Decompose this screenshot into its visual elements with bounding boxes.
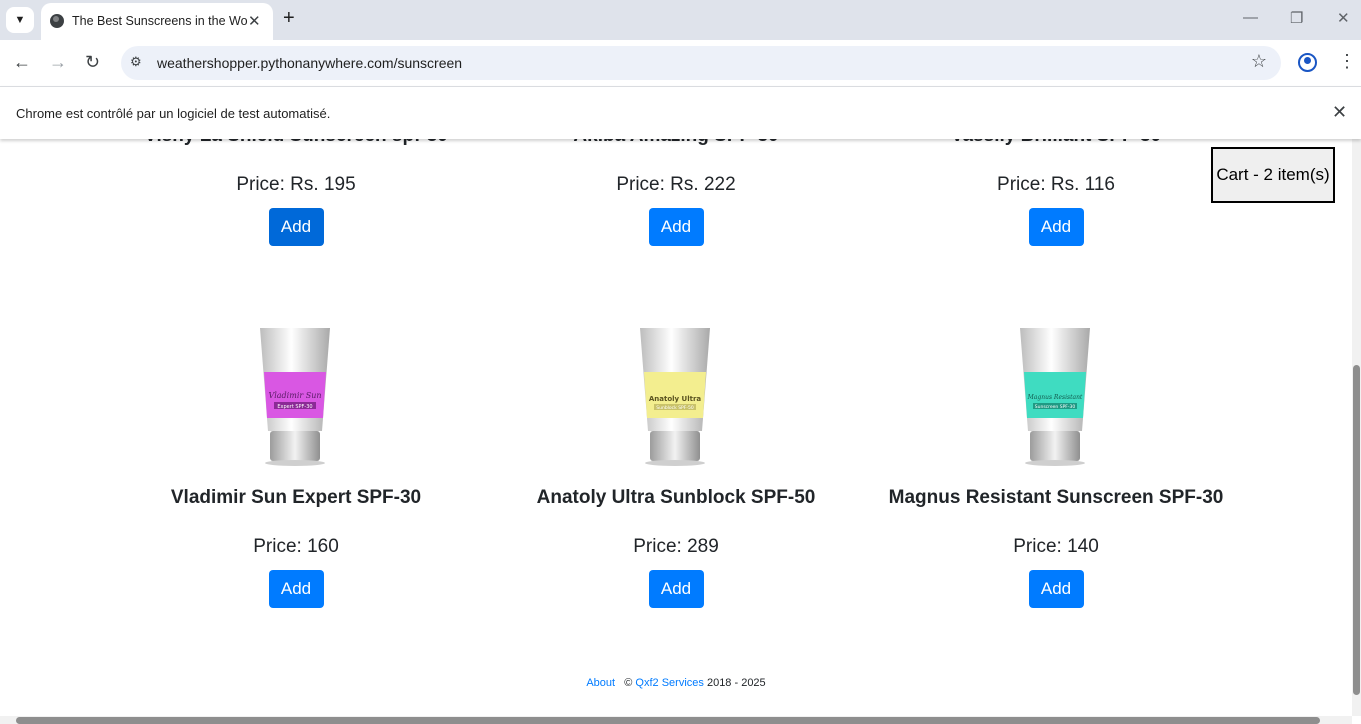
tab-strip: ▼ The Best Sunscreens in the World ✕ + —… xyxy=(0,0,1361,40)
label-subtitle: Sunscreen SPF-30 xyxy=(1035,404,1076,410)
cart-button[interactable]: Cart - 2 item(s) xyxy=(1211,147,1335,203)
about-link[interactable]: About xyxy=(586,677,615,689)
label-title: Vladimir Sun xyxy=(268,391,321,400)
infobar-close-icon[interactable]: ✕ xyxy=(1332,102,1347,123)
url-text[interactable]: weathershopper.pythonanywhere.com/sunscr… xyxy=(157,55,462,71)
product-card: Vassily Brilliant SPF-30 Price: Rs. 116 … xyxy=(866,139,1246,246)
product-price: Price: 160 xyxy=(253,536,339,557)
product-image: Magnus Resistant Sunscreen SPF-30 xyxy=(1020,328,1090,466)
automation-infobar: Chrome est contrôlé par un logiciel de t… xyxy=(0,86,1361,139)
copyright-years: 2018 - 2025 xyxy=(706,677,766,689)
vertical-scrollbar[interactable] xyxy=(1352,139,1361,716)
tab-close-icon[interactable]: ✕ xyxy=(248,12,261,30)
product-price: Price: Rs. 222 xyxy=(616,174,736,195)
globe-icon xyxy=(50,14,64,28)
horizontal-scrollbar[interactable] xyxy=(0,716,1352,724)
label-subtitle: Sunblock SPF-50 xyxy=(656,405,694,411)
add-button[interactable]: Add xyxy=(648,570,704,608)
bookmark-star-icon[interactable]: ☆ xyxy=(1251,51,1267,72)
infobar-message: Chrome est contrôlé par un logiciel de t… xyxy=(16,106,331,121)
browser-toolbar: ← → ↻ ⚙ weathershopper.pythonanywhere.co… xyxy=(0,40,1361,86)
horizontal-scroll-thumb[interactable] xyxy=(16,717,1320,724)
product-card: Magnus Resistant Sunscreen SPF-30 Price:… xyxy=(866,487,1246,608)
product-card: Anatoly Ultra Sunblock SPF-50 Price: 289… xyxy=(486,487,866,608)
product-name: Akiba Amazing SPF-30 xyxy=(486,139,866,147)
label-title: Magnus Resistant xyxy=(1027,394,1083,401)
reload-icon[interactable]: ↻ xyxy=(85,52,100,72)
product-card: Vishy La Shield Sunscreen spf-30 Price: … xyxy=(106,139,486,246)
page-footer: About © Qxf2 Services 2018 - 2025 xyxy=(0,677,1352,689)
back-arrow-icon[interactable]: ← xyxy=(13,52,31,72)
minimize-icon[interactable]: — xyxy=(1243,9,1258,26)
active-tab[interactable]: The Best Sunscreens in the World ✕ xyxy=(41,3,273,40)
address-bar[interactable]: ⚙ weathershopper.pythonanywhere.com/suns… xyxy=(121,46,1281,80)
product-price: Price: Rs. 116 xyxy=(997,174,1115,195)
chevron-down-icon: ▼ xyxy=(14,14,26,26)
product-page: Vishy La Shield Sunscreen spf-30 Price: … xyxy=(0,139,1352,716)
vertical-scroll-thumb[interactable] xyxy=(1353,365,1360,695)
tab-title: The Best Sunscreens in the World xyxy=(72,14,248,28)
product-image: Anatoly Ultra Sunblock SPF-50 xyxy=(640,328,710,466)
tab-search-button[interactable]: ▼ xyxy=(6,7,34,33)
profile-icon[interactable] xyxy=(1298,53,1317,72)
product-name: Anatoly Ultra Sunblock SPF-50 xyxy=(536,487,816,508)
product-image: Vladimir Sun Expert SPF-30 xyxy=(260,328,330,466)
forward-arrow-icon[interactable]: → xyxy=(49,52,67,72)
product-price: Price: 140 xyxy=(1013,536,1099,557)
menu-dots-icon[interactable]: ⋮ xyxy=(1338,50,1356,72)
product-name: Magnus Resistant Sunscreen SPF-30 xyxy=(888,487,1224,508)
product-price: Price: Rs. 195 xyxy=(236,174,356,195)
restore-icon[interactable]: ❐ xyxy=(1290,9,1303,27)
label-title: Anatoly Ultra xyxy=(649,395,702,403)
add-button[interactable]: Add xyxy=(268,208,324,246)
site-info-icon[interactable]: ⚙ xyxy=(130,54,142,70)
product-card: Akiba Amazing SPF-30 Price: Rs. 222 Add xyxy=(486,139,866,246)
product-price: Price: 289 xyxy=(633,536,719,557)
company-link[interactable]: Qxf2 Services xyxy=(635,677,703,689)
window-close-icon[interactable]: ✕ xyxy=(1337,9,1350,27)
add-button[interactable]: Add xyxy=(1028,570,1084,608)
copyright-symbol: © xyxy=(624,677,633,689)
product-name: Vassily Brilliant SPF-30 xyxy=(866,139,1246,147)
add-button[interactable]: Add xyxy=(1028,208,1084,246)
product-name: Vladimir Sun Expert SPF-30 xyxy=(170,487,422,508)
product-name: Vishy La Shield Sunscreen spf-30 xyxy=(106,139,486,147)
add-button[interactable]: Add xyxy=(648,208,704,246)
add-button[interactable]: Add xyxy=(268,570,324,608)
product-card: Vladimir Sun Expert SPF-30 Price: 160 Ad… xyxy=(106,487,486,608)
label-subtitle: Expert SPF-30 xyxy=(277,404,312,410)
new-tab-button[interactable]: + xyxy=(283,8,295,28)
